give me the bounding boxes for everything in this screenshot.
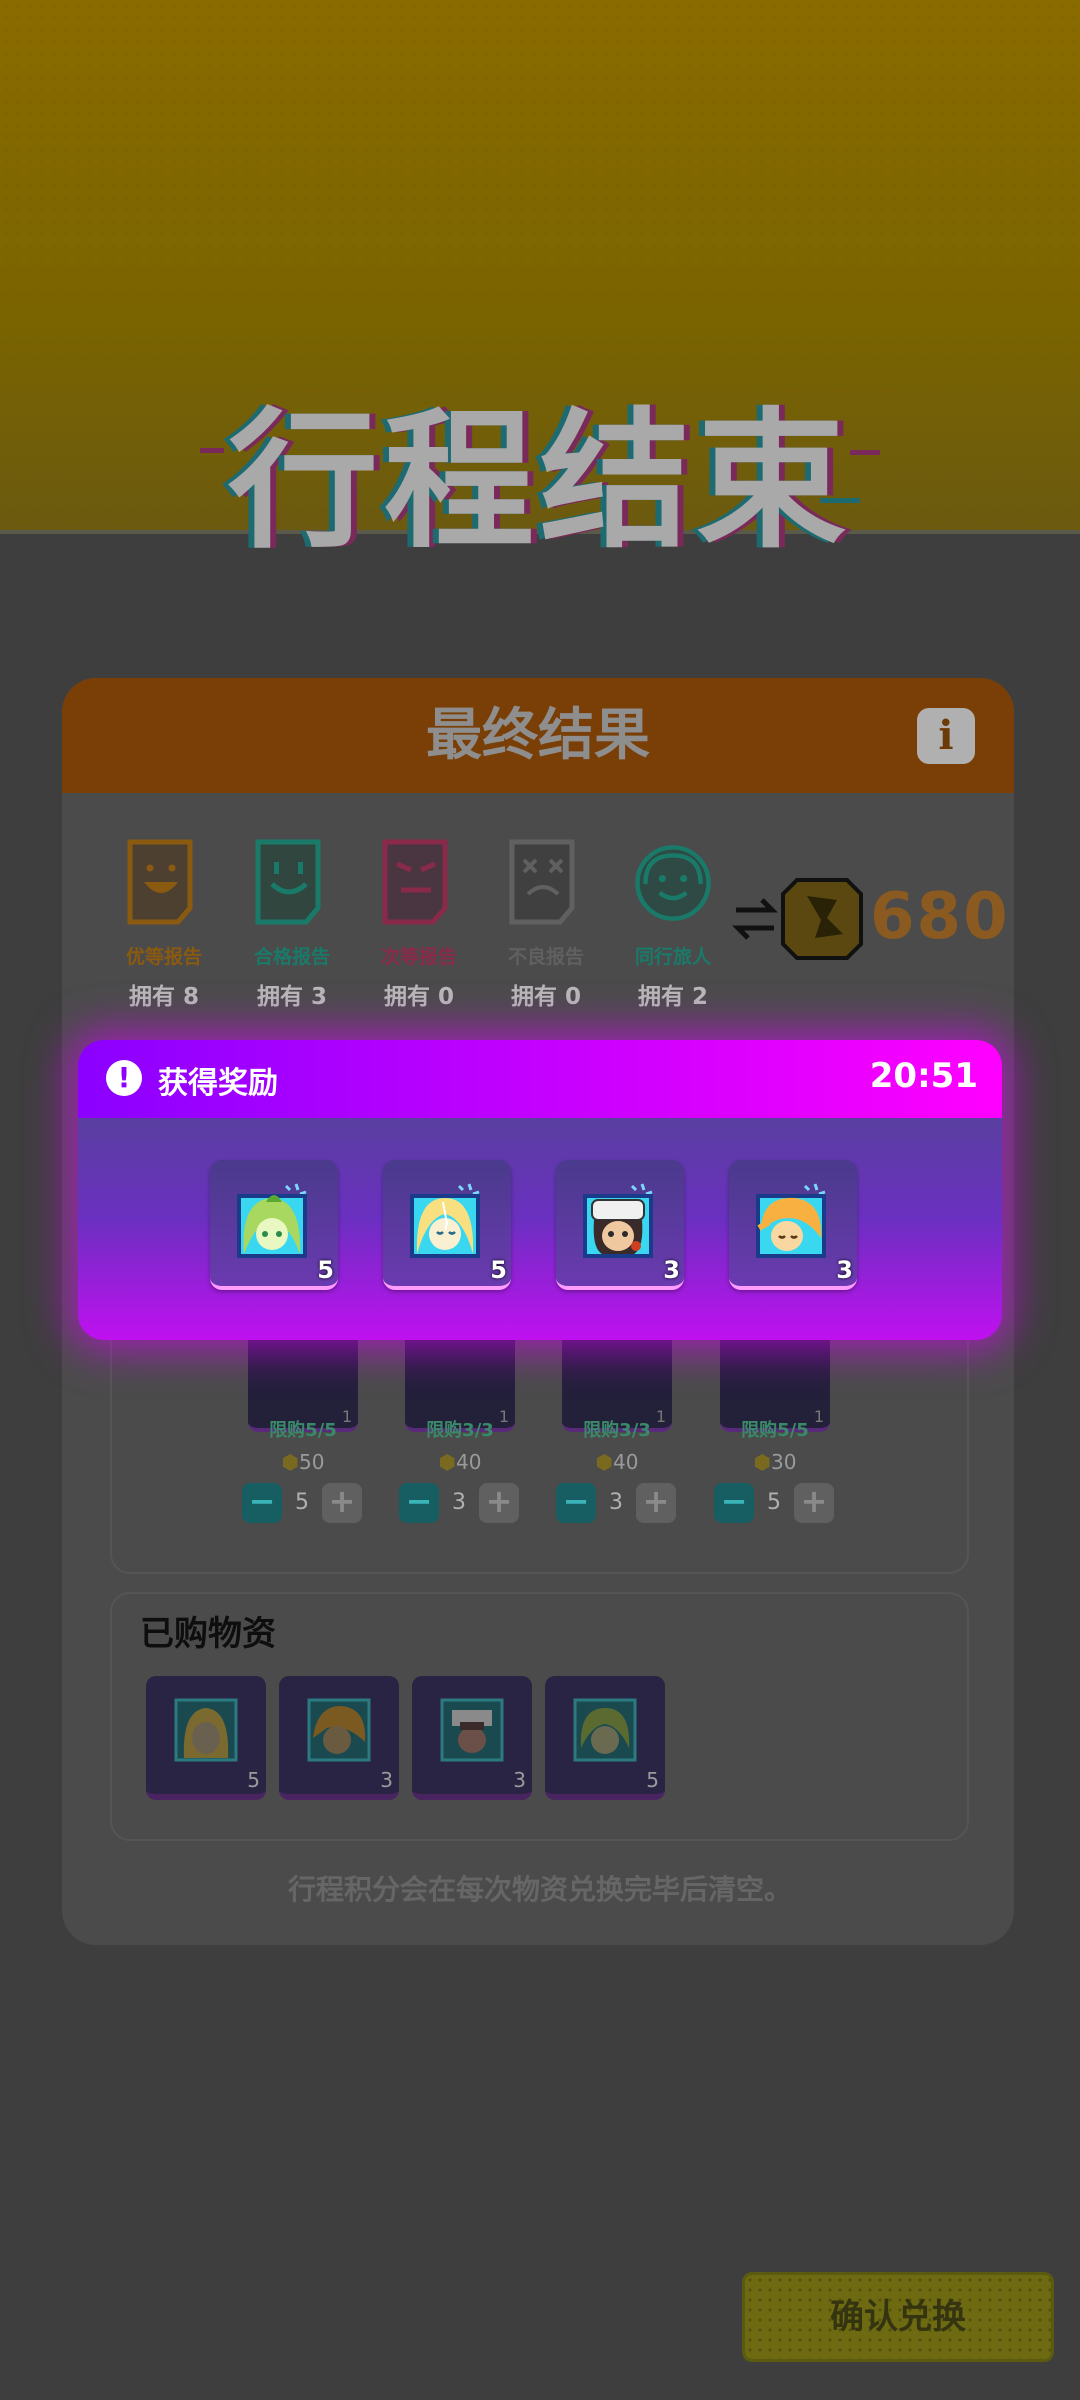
character-portrait-icon [174, 1698, 238, 1762]
report-label: 合格报告 [253, 946, 330, 968]
smile-report-icon [255, 839, 321, 925]
reward-modal[interactable]: ! 获得奖励 20:51 5 5 3 3 [78, 1040, 1002, 1340]
increase-button[interactable]: + [636, 1483, 676, 1523]
alert-icon: ! [106, 1060, 142, 1096]
shop-item-limit: 限购3/3 [426, 1420, 494, 1441]
increase-button[interactable]: + [322, 1483, 362, 1523]
character-portrait-icon [440, 1698, 504, 1762]
reward-title: 获得奖励 [158, 1066, 278, 1101]
report-owned: 拥有 3 [256, 984, 327, 1010]
quantity-value: 5 [295, 1490, 309, 1515]
purchased-item[interactable]: 5 [545, 1676, 665, 1800]
character-portrait-icon [573, 1698, 637, 1762]
shop-item-price: ⬢30 [753, 1450, 797, 1474]
headset-traveler-icon [635, 845, 711, 921]
reward-timer: 20:51 [869, 1056, 978, 1096]
shop-item-limit: 限购5/5 [269, 1420, 337, 1441]
confirm-exchange-button[interactable]: 确认兑换 [742, 2272, 1054, 2362]
quantity-value: 3 [452, 1490, 466, 1515]
shop-item-price: ⬢50 [281, 1450, 325, 1474]
quantity-value: 3 [609, 1490, 623, 1515]
quantity-stepper: − 3 + [556, 1483, 676, 1523]
quantity-stepper: − 5 + [714, 1483, 834, 1523]
reward-count: 3 [663, 1256, 680, 1284]
annoyed-report-icon [382, 839, 448, 925]
report-owned: 拥有 0 [383, 984, 454, 1010]
report-owned: 拥有 8 [128, 984, 199, 1010]
reward-item[interactable]: 5 [383, 1160, 511, 1290]
coin-icon: ⬢ [595, 1450, 613, 1474]
reward-count: 5 [490, 1256, 507, 1284]
decrease-button[interactable]: − [714, 1483, 754, 1523]
exchange-arrows-icon [732, 898, 778, 940]
report-qualified: 合格报告 拥有 3 [237, 838, 347, 1011]
quantity-stepper: − 3 + [399, 1483, 519, 1523]
character-portrait-icon [410, 1183, 480, 1258]
report-owned: 拥有 2 [637, 984, 708, 1010]
points-coin-icon [781, 878, 863, 960]
reward-item[interactable]: 5 [210, 1160, 338, 1290]
report-label: 同行旅人 [634, 946, 711, 968]
dizzy-report-icon [509, 839, 575, 925]
purchased-item[interactable]: 5 [146, 1676, 266, 1800]
report-label: 不良报告 [507, 946, 584, 968]
report-label: 次等报告 [380, 946, 457, 968]
points-value: 680 [870, 880, 1010, 954]
shop-item-limit: 限购3/3 [583, 1420, 651, 1441]
purchased-count: 5 [646, 1768, 659, 1792]
coin-icon: ⬢ [438, 1450, 456, 1474]
purchased-count: 3 [513, 1768, 526, 1792]
decrease-button[interactable]: − [556, 1483, 596, 1523]
happy-report-icon [127, 839, 193, 925]
character-portrait-icon [583, 1183, 653, 1258]
report-inferior: 次等报告 拥有 0 [364, 838, 474, 1011]
decrease-button[interactable]: − [399, 1483, 439, 1523]
purchased-item[interactable]: 3 [279, 1676, 399, 1800]
report-bad: 不良报告 拥有 0 [491, 838, 601, 1011]
coin-icon: ⬢ [753, 1450, 771, 1474]
quantity-stepper: − 5 + [242, 1483, 362, 1523]
character-portrait-icon [756, 1183, 826, 1258]
quantity-value: 5 [767, 1490, 781, 1515]
result-title: 最终结果 [426, 703, 650, 768]
shop-item-price: ⬢40 [595, 1450, 639, 1474]
reward-count: 5 [317, 1256, 334, 1284]
companion-travelers: 同行旅人 拥有 2 [618, 838, 728, 1011]
report-owned: 拥有 0 [510, 984, 581, 1010]
purchased-title: 已购物资 [140, 1614, 276, 1654]
purchased-count: 3 [380, 1768, 393, 1792]
report-excellent: 优等报告 拥有 8 [109, 838, 219, 1011]
coin-icon: ⬢ [281, 1450, 299, 1474]
character-portrait-icon [237, 1183, 307, 1258]
purchased-count: 5 [247, 1768, 260, 1792]
decrease-button[interactable]: − [242, 1483, 282, 1523]
shop-item-price: ⬢40 [438, 1450, 482, 1474]
report-label: 优等报告 [125, 946, 202, 968]
increase-button[interactable]: + [479, 1483, 519, 1523]
footer-note: 行程积分会在每次物资兑换完毕后清空。 [287, 1873, 792, 1906]
character-portrait-icon [307, 1698, 371, 1762]
info-icon: i [938, 712, 954, 759]
reward-count: 3 [836, 1256, 853, 1284]
increase-button[interactable]: + [794, 1483, 834, 1523]
shop-item-limit: 限购5/5 [741, 1420, 809, 1441]
info-button[interactable]: i [917, 708, 975, 764]
purchased-item[interactable]: 3 [412, 1676, 532, 1800]
journey-end-title: 行程结束 [227, 395, 852, 569]
purchased-items-section: 已购物资 5 3 3 5 [110, 1592, 969, 1841]
reward-item[interactable]: 3 [556, 1160, 684, 1290]
reward-item[interactable]: 3 [729, 1160, 857, 1290]
